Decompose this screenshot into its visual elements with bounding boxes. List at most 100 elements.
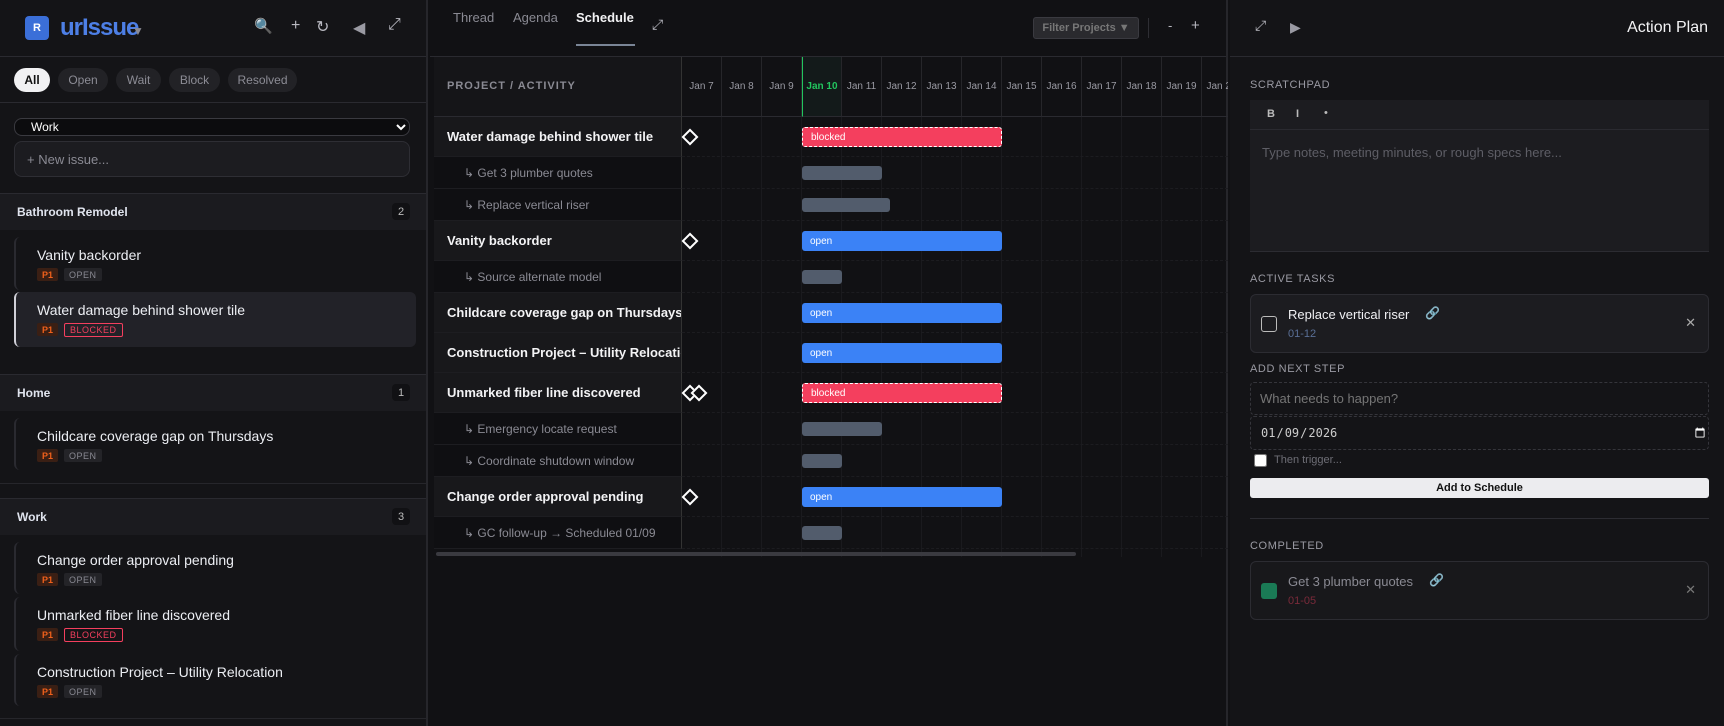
add-to-schedule-button[interactable]: Add to Schedule — [1250, 478, 1709, 498]
project-row-label[interactable]: Change order approval pending — [434, 477, 682, 517]
new-issue-input[interactable] — [14, 141, 410, 177]
filter-wait[interactable]: Wait — [116, 68, 161, 92]
task-date: 01-05 — [1288, 595, 1317, 607]
search-icon[interactable]: 🔍 — [254, 17, 273, 35]
expand-icon[interactable]: ⤢ — [652, 16, 663, 33]
gantt-bar[interactable]: blocked — [802, 383, 1002, 403]
filter-all[interactable]: All — [14, 68, 50, 92]
gantt-bar[interactable] — [802, 422, 882, 436]
gantt-bar[interactable] — [802, 270, 842, 284]
day-header: Jan 12 — [882, 57, 922, 117]
task-title: Replace vertical riser — [1288, 307, 1410, 322]
close-icon[interactable]: ✕ — [1685, 315, 1696, 331]
filter-block[interactable]: Block — [169, 68, 220, 92]
bullet-button[interactable]: • — [1324, 107, 1328, 119]
issue-item[interactable]: Childcare coverage gap on Thursdays P1 OP… — [14, 418, 416, 470]
day-header: Jan 17 — [1082, 57, 1122, 117]
activity-row-label[interactable]: ↳ Emergency locate request — [434, 413, 682, 445]
horizontal-scrollbar[interactable] — [436, 552, 1076, 556]
gantt-column-header: PROJECT / ACTIVITY — [434, 57, 682, 117]
italic-button[interactable]: I — [1296, 108, 1299, 120]
day-header: Jan 8 — [722, 57, 762, 117]
project-row-label[interactable]: Unmarked fiber line discovered — [434, 373, 682, 413]
refresh-icon[interactable]: ↻ — [316, 17, 329, 37]
filter-open[interactable]: Open — [58, 68, 108, 92]
project-row-label[interactable]: Water damage behind shower tile — [434, 117, 682, 157]
bar-label: blocked — [811, 387, 846, 399]
issue-item-selected[interactable]: Water damage behind shower tile P1 BLOCKE… — [14, 292, 416, 347]
app-name[interactable]: urIssue — [60, 14, 139, 42]
scratchpad-textarea[interactable]: Type notes, meeting minutes, or rough sp… — [1262, 145, 1562, 160]
app-logo: R — [25, 16, 49, 40]
close-icon[interactable]: ✕ — [1685, 582, 1696, 598]
gantt-row — [682, 157, 1228, 189]
gantt-bar[interactable]: open — [802, 303, 1002, 323]
zoom-in-button[interactable]: + — [1191, 17, 1200, 34]
gantt-bar[interactable] — [802, 166, 882, 180]
issue-title: Childcare coverage gap on Thursdays — [37, 428, 274, 444]
collapse-left-icon[interactable]: ◀ — [353, 18, 365, 38]
group-header[interactable]: Home 1 — [0, 374, 426, 411]
plus-icon[interactable]: + — [291, 17, 300, 35]
group-header[interactable]: Work 3 — [0, 498, 426, 535]
gantt-row — [682, 189, 1228, 221]
gantt-bar[interactable]: blocked — [802, 127, 1002, 147]
task-title: Get 3 plumber quotes — [1288, 574, 1414, 589]
issue-sidebar: R urIssue ▼ 🔍 + ↻ ◀ ⤢ All Open Wait Bloc… — [0, 0, 428, 726]
gantt-bar[interactable] — [802, 454, 842, 468]
project-select[interactable]: Work — [14, 118, 410, 136]
scratchpad-editor: B I • Type notes, meeting minutes, or ro… — [1250, 100, 1709, 252]
expand-icon[interactable]: ⤢ — [388, 16, 401, 34]
bold-button[interactable]: B — [1267, 108, 1275, 120]
issue-item[interactable]: Unmarked fiber line discovered P1 BLOCKED — [14, 597, 416, 651]
divider — [1250, 518, 1709, 519]
filter-resolved[interactable]: Resolved — [228, 68, 297, 92]
section-label: ADD NEXT STEP — [1250, 363, 1346, 375]
activity-row-label[interactable]: ↳ Coordinate shutdown window — [434, 445, 682, 477]
trigger-checkbox[interactable] — [1254, 454, 1267, 467]
tab-schedule[interactable]: Schedule — [576, 10, 634, 25]
active-task-card: Replace vertical riser 🔗 01-12 ✕ — [1250, 294, 1709, 353]
activity-row-label[interactable]: ↳ Replace vertical riser — [434, 189, 682, 221]
link-icon[interactable]: 🔗 — [1425, 306, 1440, 320]
activity-row-label[interactable]: ↳ Source alternate model — [434, 261, 682, 293]
group-header[interactable]: Bathroom Remodel 2 — [0, 193, 426, 230]
tab-thread[interactable]: Thread — [453, 10, 494, 25]
status-badge: OPEN — [64, 573, 102, 586]
link-icon[interactable]: 🔗 — [1429, 573, 1444, 587]
gantt-chart: PROJECT / ACTIVITY Jan 7 Jan 8 Jan 9 Jan 10… — [434, 57, 1228, 557]
gantt-bar[interactable]: open — [802, 343, 1002, 363]
center-header: Thread Agenda Schedule ⤢ Filter Projects… — [430, 0, 1226, 57]
gantt-bar[interactable]: open — [802, 231, 1002, 251]
filter-projects-button[interactable]: Filter Projects ▼ — [1033, 17, 1139, 39]
project-row-label[interactable]: Childcare coverage gap on Thursdays — [434, 293, 682, 333]
task-checkbox-checked[interactable] — [1261, 583, 1277, 599]
expand-icon[interactable]: ⤢ — [1255, 17, 1266, 34]
zoom-out-button[interactable]: - — [1168, 18, 1172, 33]
project-row-label[interactable]: Vanity backorder — [434, 221, 682, 261]
priority-badge: P1 — [37, 268, 59, 281]
activity-row-label[interactable]: ↳ GC follow-up → Scheduled 01/09 — [434, 517, 682, 549]
active-tab-underline — [576, 44, 635, 46]
task-checkbox[interactable] — [1261, 316, 1277, 332]
trigger-label: Then trigger... — [1274, 454, 1342, 466]
day-header: Jan 15 — [1002, 57, 1042, 117]
project-row-label[interactable]: Construction Project – Utility Relocatio… — [434, 333, 682, 373]
chevron-down-icon[interactable]: ▼ — [132, 24, 144, 38]
tab-agenda[interactable]: Agenda — [513, 10, 558, 25]
gantt-row — [682, 413, 1228, 445]
gantt-bar[interactable] — [802, 526, 842, 540]
panel-title: Action Plan — [1627, 19, 1708, 36]
activity-row-label[interactable]: ↳ Get 3 plumber quotes — [434, 157, 682, 189]
play-icon[interactable]: ▶ — [1290, 19, 1301, 36]
issue-item[interactable]: Vanity backorder P1 OPEN — [14, 237, 416, 290]
gantt-bar[interactable]: open — [802, 487, 1002, 507]
status-badge: OPEN — [64, 685, 102, 698]
completed-task-card: Get 3 plumber quotes 🔗 01-05 ✕ — [1250, 561, 1709, 620]
issue-item[interactable]: Construction Project – Utility Relocatio… — [14, 654, 416, 706]
gantt-bar[interactable] — [802, 198, 890, 212]
next-step-date[interactable] — [1250, 416, 1709, 450]
next-step-input[interactable] — [1250, 382, 1709, 415]
task-date: 01-12 — [1288, 328, 1317, 340]
issue-item[interactable]: Change order approval pending P1 OPEN — [14, 542, 416, 594]
